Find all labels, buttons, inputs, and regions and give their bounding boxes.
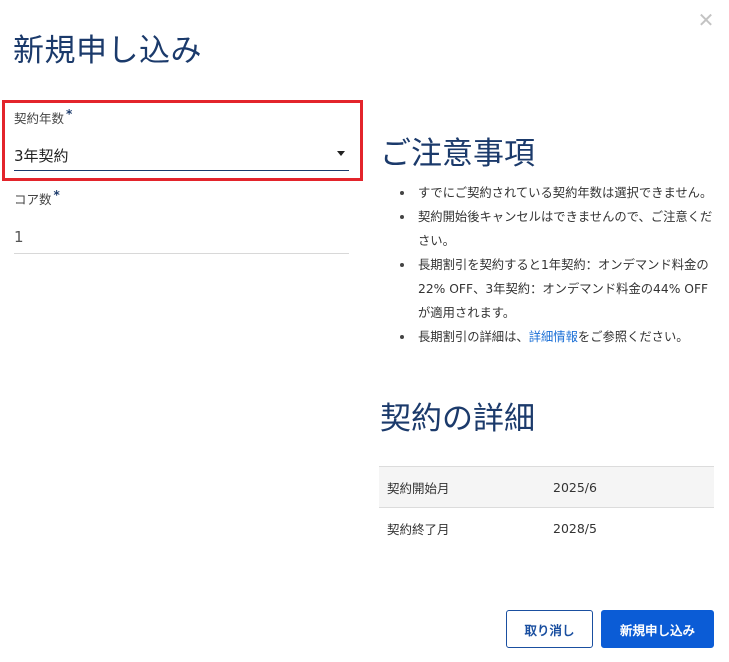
submit-button[interactable]: 新規申し込み: [601, 610, 714, 648]
table-row: 契約開始月 2025/6: [379, 466, 714, 508]
details-key-end: 契約終了月: [379, 507, 545, 549]
table-row: 契約終了月 2028/5: [379, 507, 714, 549]
list-item: 契約開始後キャンセルはできませんので、ご注意ください。: [400, 205, 718, 253]
cancel-button[interactable]: 取り消し: [506, 610, 593, 648]
details-table: 契約開始月 2025/6 契約終了月 2028/5: [379, 466, 714, 549]
notes-title: ご注意事項: [380, 136, 535, 172]
required-mark: *: [53, 188, 60, 202]
contract-years-select[interactable]: 3年契約: [14, 135, 349, 171]
core-count-input[interactable]: [14, 220, 349, 254]
note-text: 長期割引の詳細は、: [418, 330, 529, 344]
details-value-start: 2025/6: [545, 466, 714, 508]
close-icon[interactable]: ✕: [697, 10, 715, 30]
details-key-start: 契約開始月: [379, 466, 545, 508]
details-value-end: 2028/5: [545, 507, 714, 549]
list-item: すでにご契約されている契約年数は選択できません。: [400, 181, 718, 205]
contract-years-selected-value: 3年契約: [14, 147, 69, 165]
list-item: 長期割引を契約すると1年契約：オンデマンド料金の22% OFF、3年契約：オンデ…: [400, 253, 718, 325]
core-count-field: コア数 *: [14, 188, 349, 254]
contract-years-field: 契約年数 * 3年契約: [14, 107, 349, 171]
dialog-title: 新規申し込み: [13, 33, 202, 69]
chevron-down-icon: [337, 151, 345, 156]
list-item: 長期割引の詳細は、詳細情報をご参照ください。: [400, 325, 718, 349]
required-mark: *: [66, 107, 73, 121]
details-title: 契約の詳細: [380, 401, 535, 437]
contract-years-label: 契約年数: [14, 111, 65, 126]
detail-info-link[interactable]: 詳細情報: [529, 330, 578, 344]
notes-list: すでにご契約されている契約年数は選択できません。 契約開始後キャンセルはできませ…: [400, 181, 718, 349]
note-text: をご参照ください。: [577, 330, 689, 344]
core-count-label: コア数: [14, 192, 52, 207]
